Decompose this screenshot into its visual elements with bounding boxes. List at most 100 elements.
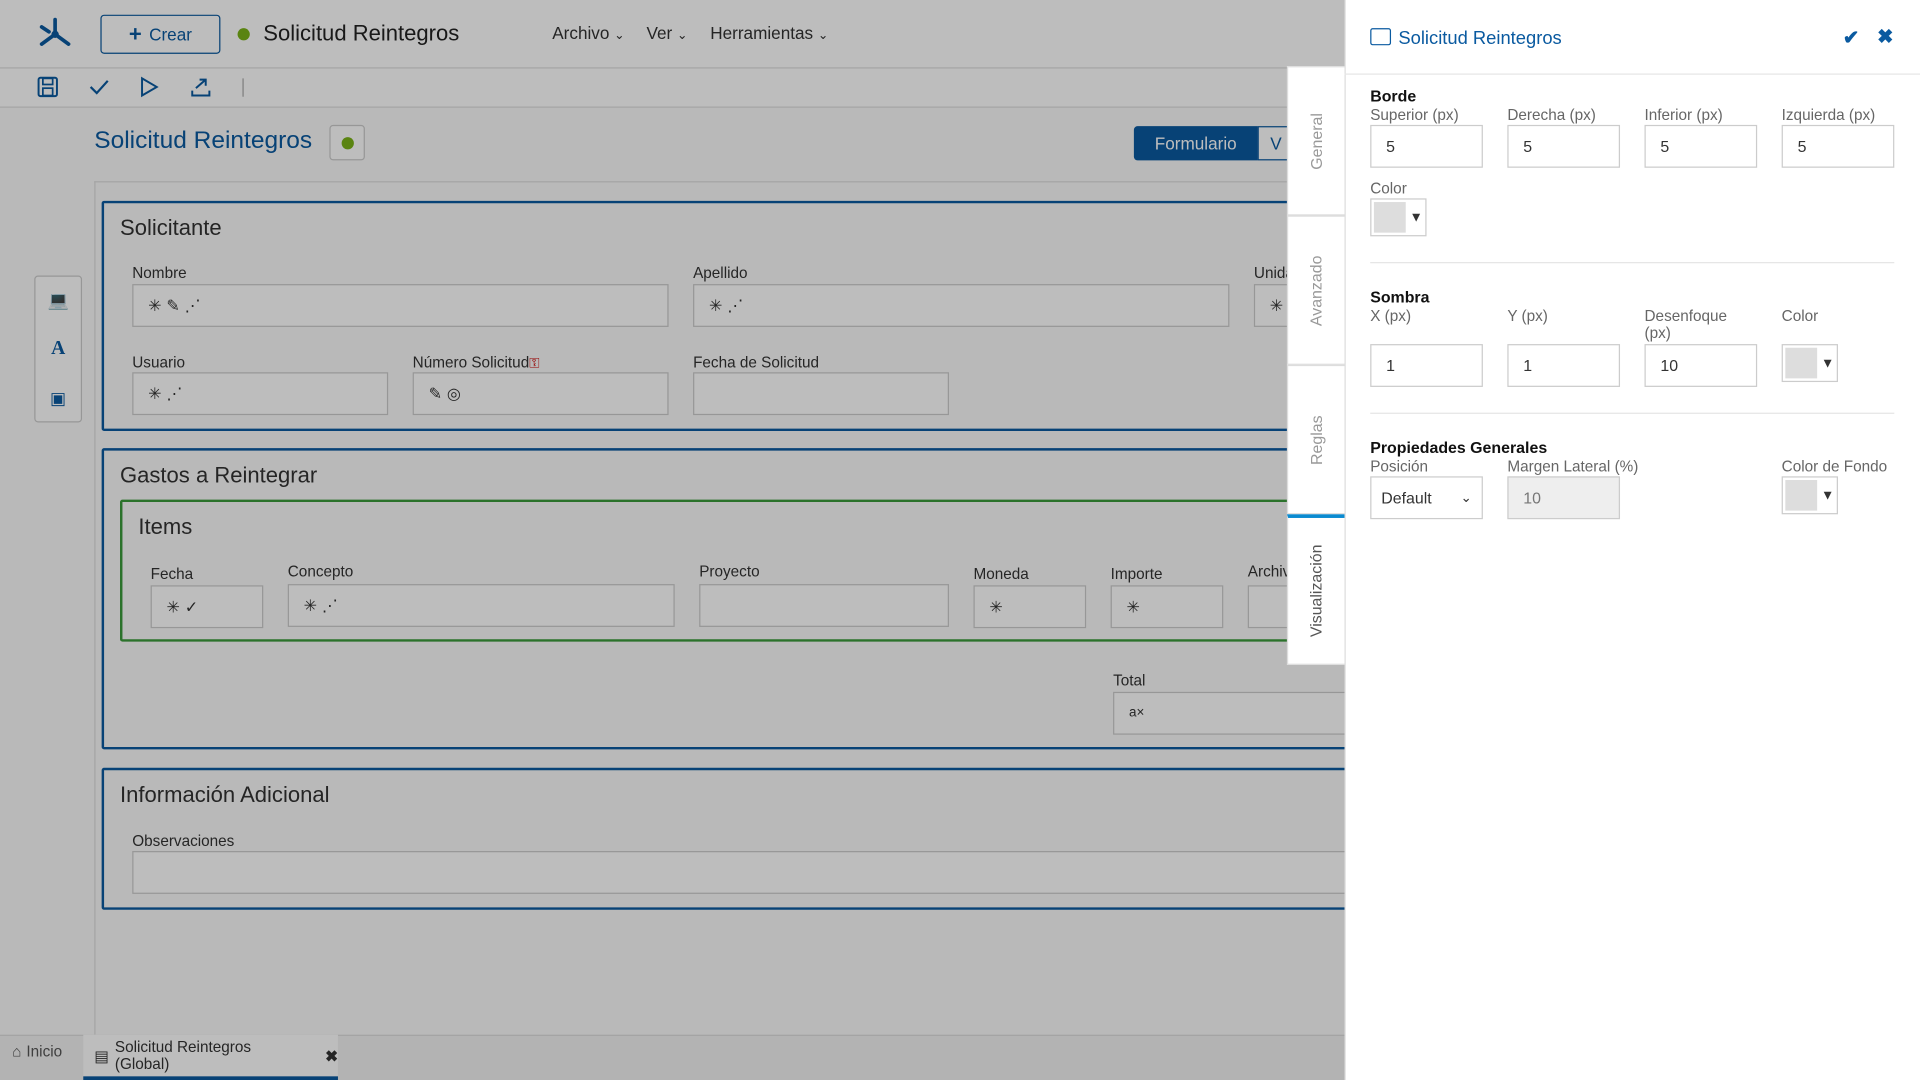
nombre-field[interactable]: ✳ ✎ ⋰ — [132, 284, 669, 327]
color-fondo-picker[interactable]: ▼ — [1781, 476, 1838, 515]
sombra-y-input[interactable]: 1 — [1507, 344, 1621, 387]
required-icon: ✳ — [148, 384, 162, 403]
tab-solicitud-global[interactable]: ▤ Solicitud Reintegros (Global) ✖ — [83, 1034, 338, 1080]
divider — [1370, 262, 1895, 264]
text-icon[interactable]: A — [34, 324, 82, 373]
app-logo-icon[interactable] — [34, 12, 76, 54]
sombra-label: Y (px) — [1507, 307, 1548, 325]
tab-avanzado[interactable]: Avanzado — [1286, 215, 1346, 365]
share-icon: ⋰ — [166, 384, 183, 403]
field-label: Total — [1113, 672, 1146, 690]
field-label: Observaciones — [132, 832, 235, 850]
column-label: Proyecto — [699, 563, 760, 581]
fecha-field[interactable]: ✳ ✓ — [150, 585, 264, 629]
page-status-button[interactable] — [329, 124, 365, 161]
home-icon: ⌂ — [12, 1043, 22, 1061]
borde-color-picker[interactable]: ▼ — [1370, 198, 1427, 237]
apellido-field[interactable]: ✳ ⋰ — [693, 284, 1230, 327]
items-title: Items — [138, 514, 193, 539]
concepto-field[interactable]: ✳ ⋰ — [287, 584, 675, 627]
total-field[interactable]: a× — [1113, 691, 1358, 735]
app-title: Solicitud Reintegros — [263, 20, 460, 46]
panel-checkbox[interactable] — [1370, 28, 1392, 46]
tab-visualizacion[interactable]: Visualización — [1286, 514, 1346, 665]
section-title: Solicitante — [120, 215, 222, 241]
confirm-button[interactable]: ✔ — [1843, 26, 1859, 50]
play-icon[interactable] — [138, 76, 160, 102]
generales-title: Propiedades Generales — [1370, 438, 1548, 457]
numero-solicitud-field[interactable]: ✎ ◎ — [412, 372, 669, 416]
create-button[interactable]: + Crear — [100, 14, 221, 54]
color-swatch — [1785, 480, 1818, 511]
sombra-desenfoque-input[interactable]: 10 — [1644, 344, 1758, 387]
close-icon[interactable]: ✖ — [325, 1046, 338, 1065]
chevron-down-icon: ⌄ — [817, 29, 829, 43]
panel-title: Solicitud Reintegros — [1398, 28, 1562, 49]
edit-icon: ✎ — [428, 384, 442, 403]
column-label: Importe — [1110, 565, 1163, 583]
color-swatch — [1373, 202, 1406, 233]
cube-icon[interactable]: ▣ — [34, 373, 82, 422]
sombra-label: Desenfoque (px) — [1644, 307, 1728, 342]
fecha-solicitud-field[interactable] — [693, 372, 949, 416]
menu-ver[interactable]: Ver ⌄ — [647, 23, 688, 43]
share-icon: ⋰ — [184, 296, 201, 315]
share-icon: ⋰ — [321, 596, 338, 615]
key-icon: ⚿ — [529, 356, 540, 372]
margen-label: Margen Lateral (%) — [1507, 457, 1639, 476]
proyecto-field[interactable] — [699, 584, 949, 627]
tab-reglas[interactable]: Reglas — [1286, 364, 1346, 515]
moneda-field[interactable]: ✳ — [973, 585, 1087, 629]
importe-field[interactable]: ✳ — [1110, 585, 1224, 629]
field-label: Número Solicitud⚿ — [412, 353, 540, 372]
sombra-color-picker[interactable]: ▼ — [1781, 344, 1838, 383]
edit-icon: ✎ — [166, 296, 180, 315]
hidden-icon: ◎ — [446, 384, 461, 403]
sombra-label: Color — [1781, 307, 1819, 325]
page-title: Solicitud Reintegros — [94, 127, 313, 155]
sombra-title: Sombra — [1370, 287, 1430, 307]
laptop-icon[interactable]: 💻 — [34, 276, 82, 325]
chevron-down-icon: ⌄ — [677, 29, 688, 43]
panel-header-divider — [1344, 73, 1920, 75]
required-icon: ✳ — [1126, 597, 1140, 616]
tab-inicio[interactable]: ⌂ Inicio — [12, 1043, 62, 1060]
export-icon[interactable] — [190, 76, 212, 102]
borde-derecha-input[interactable]: 5 — [1507, 124, 1621, 168]
borde-izquierda-input[interactable]: 5 — [1781, 124, 1895, 168]
column-label: Fecha — [150, 565, 194, 583]
sombra-label: X (px) — [1370, 307, 1412, 325]
form-icon: ▤ — [94, 1047, 109, 1065]
observaciones-field[interactable] — [132, 851, 1357, 894]
menu-archivo[interactable]: Archivo ⌄ — [552, 23, 624, 43]
tab-general[interactable]: General — [1286, 66, 1346, 216]
posicion-label: Posición — [1370, 457, 1429, 476]
borde-label: Derecha (px) — [1507, 106, 1596, 124]
field-label: Apellido — [693, 264, 748, 282]
status-dot — [237, 28, 250, 41]
menu-herramientas[interactable]: Herramientas ⌄ — [710, 23, 828, 43]
check-icon[interactable] — [88, 76, 110, 102]
posicion-select[interactable]: Default ⌄ — [1370, 476, 1483, 520]
margen-lateral-input[interactable]: 10 — [1507, 476, 1621, 520]
borde-title: Borde — [1370, 86, 1417, 106]
column-label: Moneda — [973, 565, 1029, 583]
borde-label: Inferior (px) — [1644, 106, 1723, 124]
close-button[interactable]: ✖ — [1877, 24, 1893, 48]
column-label: Concepto — [287, 563, 354, 581]
sombra-x-input[interactable]: 1 — [1370, 344, 1483, 387]
required-icon: ✳ — [166, 597, 180, 616]
divider — [1370, 412, 1895, 414]
borde-superior-input[interactable]: 5 — [1370, 124, 1483, 168]
borde-inferior-input[interactable]: 5 — [1644, 124, 1758, 168]
usuario-field[interactable]: ✳ ⋰ — [132, 372, 389, 416]
borde-label: Superior (px) — [1370, 106, 1459, 124]
section-title: Gastos a Reintegrar — [120, 462, 318, 488]
column-label: Archiv — [1247, 563, 1291, 581]
save-icon[interactable] — [37, 76, 59, 102]
tab-formulario[interactable]: Formulario — [1133, 126, 1258, 161]
required-icon: ✳ — [708, 296, 723, 315]
plus-icon: + — [128, 21, 142, 46]
field-label: Nombre — [132, 264, 187, 282]
dropdown-arrow-icon: ▼ — [1820, 355, 1835, 371]
